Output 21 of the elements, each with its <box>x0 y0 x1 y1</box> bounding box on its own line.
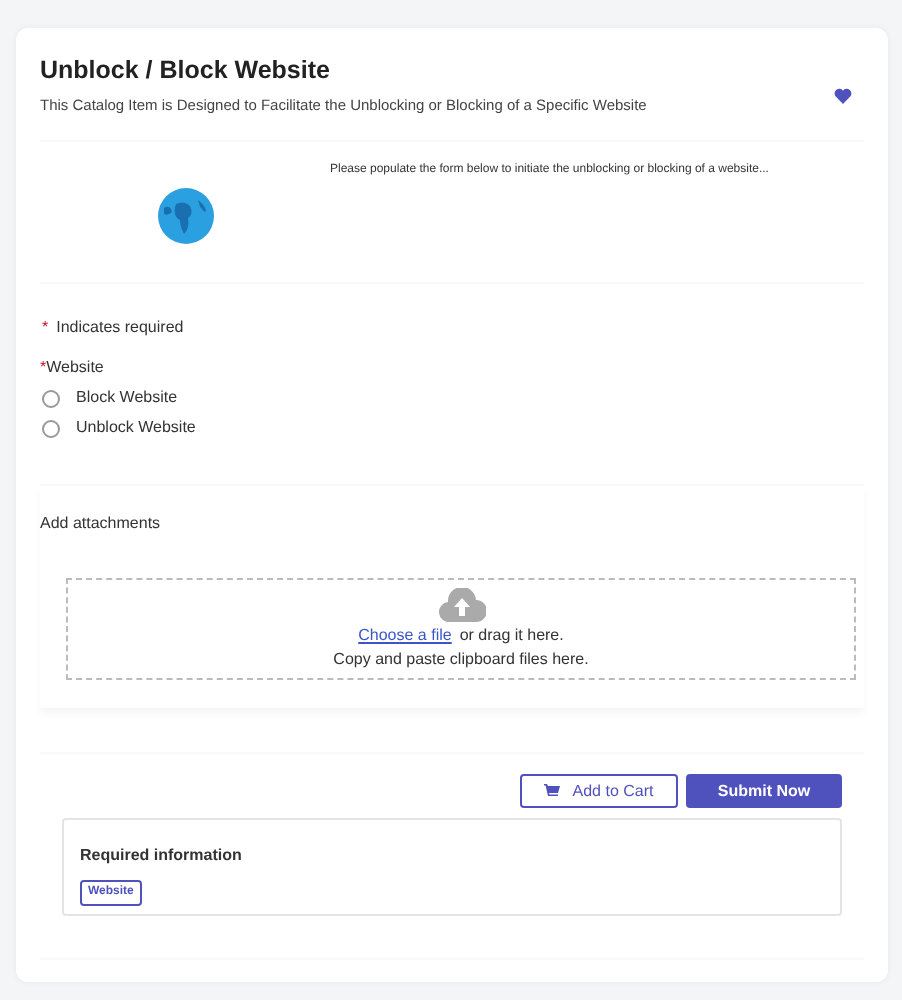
page-title: Unblock / Block Website <box>40 56 332 86</box>
required-asterisk: * <box>40 356 47 380</box>
required-note: Indicates required <box>56 316 184 340</box>
section-label: Add attachments <box>40 512 163 536</box>
add-to-cart-button[interactable]: Add to Cart <box>520 774 678 808</box>
radio-button[interactable] <box>42 419 60 437</box>
required-asterisk: * <box>42 316 49 340</box>
paste-hint: Copy and paste clipboard files here. <box>333 647 589 671</box>
cart-icon <box>544 784 561 798</box>
field-label: Website <box>46 356 104 380</box>
drop-zone[interactable]: Choose a file or drag it here. Copy and paste clipboard files here. <box>66 578 856 680</box>
drop-hint: or drag it here. <box>459 623 564 647</box>
option-label: Block Website <box>76 386 178 410</box>
choose-file-link[interactable]: Choose a file <box>358 623 452 647</box>
heart-icon[interactable] <box>834 88 852 104</box>
cloud-upload-icon <box>437 587 485 621</box>
required-info-title: Required information <box>80 844 244 868</box>
radio-button[interactable] <box>42 389 60 407</box>
submit-button[interactable]: Submit Now <box>686 774 842 808</box>
globe-icon <box>157 188 213 244</box>
option-label: Unblock Website <box>76 416 196 440</box>
